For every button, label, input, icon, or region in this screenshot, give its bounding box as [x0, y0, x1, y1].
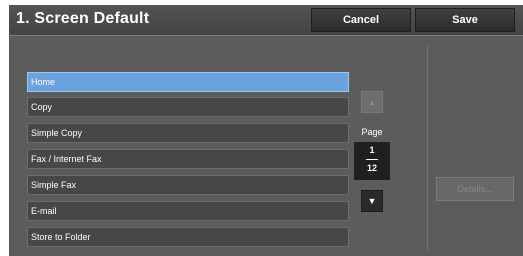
triangle-down-icon: ▼ [367, 196, 377, 206]
page-down-button[interactable]: ▼ [361, 190, 383, 212]
cancel-button[interactable]: Cancel [311, 8, 411, 32]
details-button[interactable]: Details... [436, 177, 514, 201]
list-item-home[interactable]: Home [27, 72, 349, 92]
page-up-button[interactable]: ▲ [361, 91, 383, 113]
header-bar: 1. Screen Default Cancel Save [9, 5, 523, 36]
list-item-simple-copy[interactable]: Simple Copy [27, 123, 349, 143]
panel-divider [427, 45, 428, 250]
total-pages: 12 [366, 163, 377, 173]
page-indicator: 1 12 [354, 142, 390, 180]
page-title: 1. Screen Default [16, 10, 150, 27]
list-item-fax[interactable]: Fax / Internet Fax [27, 149, 349, 169]
list-item-email[interactable]: E-mail [27, 201, 349, 221]
screen-default-panel: 1. Screen Default Cancel Save Home Copy … [9, 5, 523, 256]
list-item-copy[interactable]: Copy [27, 97, 349, 117]
page-label: Page [361, 127, 383, 137]
save-button[interactable]: Save [415, 8, 515, 32]
triangle-up-icon: ▲ [368, 97, 376, 107]
page-divider-line [366, 159, 378, 160]
current-page: 1 [369, 145, 375, 155]
list-item-simple-fax[interactable]: Simple Fax [27, 175, 349, 195]
list-item-store-to-folder[interactable]: Store to Folder [27, 227, 349, 247]
